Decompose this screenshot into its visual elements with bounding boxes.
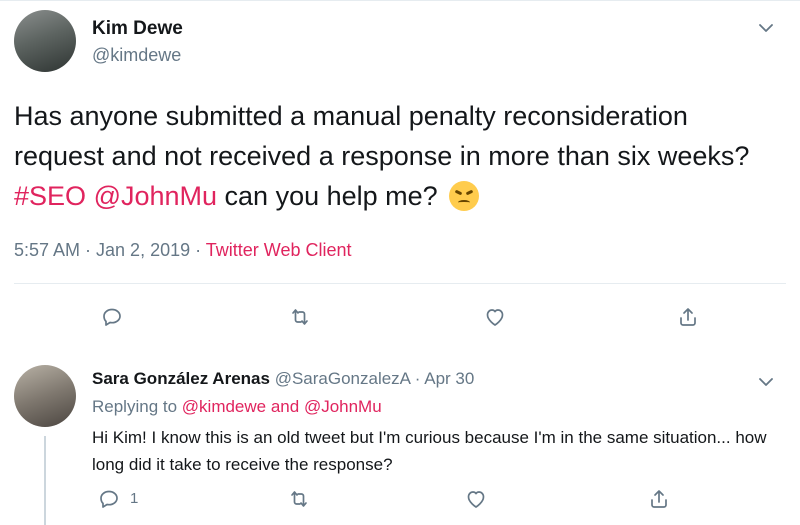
share-button[interactable] bbox=[646, 486, 672, 512]
divider bbox=[14, 283, 786, 284]
tweet-date[interactable]: Apr 30 bbox=[424, 369, 474, 388]
like-button[interactable] bbox=[463, 486, 489, 512]
like-icon bbox=[467, 491, 485, 508]
retweet-icon bbox=[291, 491, 307, 507]
tired-face-emoji bbox=[449, 181, 480, 211]
client-link[interactable]: Twitter Web Client bbox=[206, 240, 352, 260]
author-handle[interactable]: @SaraGonzalezA bbox=[275, 369, 410, 388]
reply-button[interactable] bbox=[96, 486, 122, 512]
author-name[interactable]: Kim Dewe bbox=[92, 18, 183, 40]
tweet-text-part bbox=[86, 181, 94, 211]
reply-icon bbox=[100, 490, 118, 508]
retweet-button[interactable] bbox=[287, 304, 313, 330]
share-icon bbox=[651, 490, 667, 508]
separator: · bbox=[410, 369, 425, 388]
author-name[interactable]: Sara González Arenas bbox=[92, 369, 270, 388]
tweet-text-part: can you help me? bbox=[217, 181, 446, 211]
replying-and: and bbox=[266, 397, 304, 416]
reply-text: Hi Kim! I know this is an old tweet but … bbox=[92, 428, 767, 474]
like-button[interactable] bbox=[482, 304, 508, 330]
share-button[interactable] bbox=[675, 304, 701, 330]
chevron-down-icon[interactable] bbox=[754, 370, 778, 394]
replying-label: Replying to bbox=[92, 397, 182, 416]
retweet-icon bbox=[292, 309, 308, 325]
avatar[interactable] bbox=[14, 10, 76, 72]
mention-link[interactable]: @kimdewe bbox=[182, 397, 266, 416]
tweet-text: Has anyone submitted a manual penalty re… bbox=[14, 96, 774, 216]
chevron-down-icon[interactable] bbox=[754, 16, 778, 40]
thread-line bbox=[44, 436, 46, 525]
tweet-timestamp[interactable]: 5:57 AM · Jan 2, 2019 · bbox=[14, 240, 206, 260]
reply-count: 1 bbox=[130, 490, 139, 507]
mention-link[interactable]: @JohnMu bbox=[94, 181, 217, 211]
reply-button[interactable] bbox=[99, 304, 125, 330]
retweet-button[interactable] bbox=[286, 486, 312, 512]
author-handle[interactable]: @kimdewe bbox=[92, 45, 181, 66]
tweet-meta: 5:57 AM · Jan 2, 2019 · Twitter Web Clie… bbox=[14, 240, 352, 261]
hashtag-link[interactable]: #SEO bbox=[14, 181, 86, 211]
mention-link[interactable]: @JohnMu bbox=[304, 397, 382, 416]
replying-to: Replying to @kimdewe and @JohnMu bbox=[92, 397, 382, 417]
avatar[interactable] bbox=[14, 365, 76, 427]
share-icon bbox=[680, 308, 696, 326]
like-icon bbox=[486, 309, 504, 326]
main-tweet: Kim Dewe @kimdewe Has anyone submitted a… bbox=[0, 0, 800, 344]
reply-icon bbox=[103, 308, 121, 326]
tweet-text-part: Has anyone submitted a manual penalty re… bbox=[14, 101, 750, 171]
reply-header: Sara González Arenas @SaraGonzalezA · Ap… bbox=[92, 369, 474, 389]
